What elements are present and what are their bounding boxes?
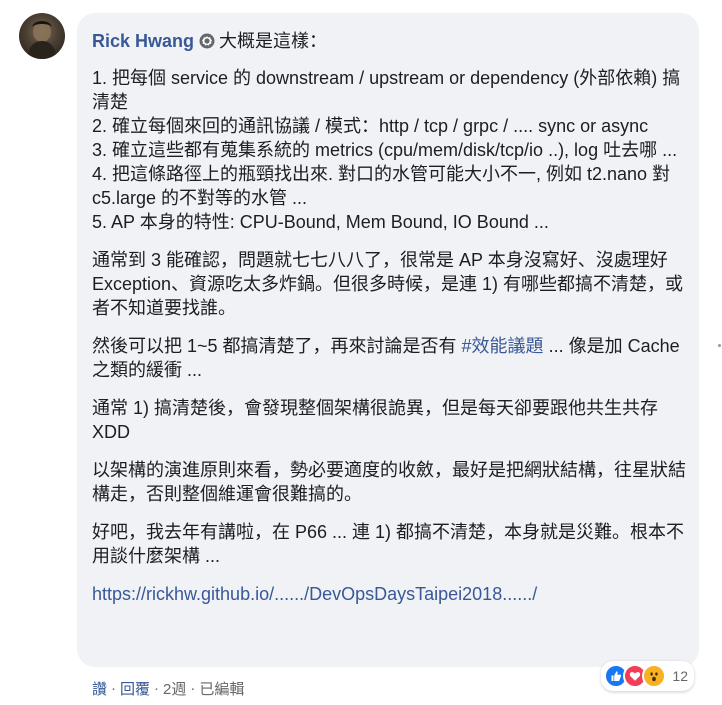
paragraph-text: 然後可以把 1~5 都搞清楚了，再來討論是否有: [92, 336, 462, 356]
comment-header: Rick Hwang 大概是這樣：: [92, 30, 327, 52]
reaction-count: 12: [672, 668, 688, 684]
separator: ·: [190, 680, 196, 697]
wow-icon: [642, 664, 667, 688]
separator: ·: [154, 680, 160, 697]
paragraph: 通常到 3 能確認，問題就七七八八了，很常是 AP 本身沒寫好、沒處理好 Exc…: [92, 250, 684, 318]
author-avatar[interactable]: [19, 13, 65, 59]
reactions-summary[interactable]: 12: [601, 661, 694, 691]
paragraph-with-hashtag: 然後可以把 1~5 都搞清楚了，再來討論是否有 #效能議題 ... 像是加 Ca…: [92, 334, 692, 382]
list: 1. 把每個 service 的 downstream / upstream o…: [92, 66, 692, 234]
timestamp-link[interactable]: 2週: [163, 678, 186, 699]
comment-actions: 讚 · 回覆 · 2週 · 已編輯: [92, 678, 244, 699]
list-item: 1. 把每個 service 的 downstream / upstream o…: [92, 68, 681, 112]
external-link[interactable]: https://rickhw.github.io/....../DevOpsDa…: [92, 584, 537, 604]
comment-body: 1. 把每個 service 的 downstream / upstream o…: [92, 66, 692, 606]
paragraph: 通常 1) 搞清楚後，會發現整個架構很詭異，但是每天卻要跟他共生共存 XDD: [92, 398, 659, 442]
list-item: 4. 把這條路徑上的瓶頸找出來. 對口的水管可能大小不一, 例如 t2.nano…: [92, 164, 671, 208]
paragraph: 以架構的演進原則來看，勢必要適度的收斂，最好是把網狀結構，往星狀結構走，否則整個…: [92, 460, 686, 504]
list-item: 2. 確立每個來回的通訊協議 / 模式：http / tcp / grpc / …: [92, 116, 649, 136]
author-name[interactable]: Rick Hwang: [92, 30, 194, 52]
hashtag-link[interactable]: #效能議題: [462, 336, 544, 356]
comment-intro: 大概是這樣：: [219, 31, 328, 51]
verified-badge-icon: [199, 33, 215, 49]
separator: ·: [111, 680, 117, 697]
paragraph: 好吧，我去年有講啦，在 P66 ... 連 1) 都搞不清楚，本身就是災難。根本…: [92, 522, 685, 566]
link-line: https://rickhw.github.io/....../DevOpsDa…: [92, 582, 692, 606]
edited-label[interactable]: 已編輯: [199, 678, 244, 699]
like-action[interactable]: 讚: [92, 678, 107, 699]
reply-action[interactable]: 回覆: [120, 678, 150, 699]
list-item: 5. AP 本身的特性: CPU-Bound, Mem Bound, IO Bo…: [92, 212, 549, 232]
list-item: 3. 確立這些都有蒐集系統的 metrics (cpu/mem/disk/tcp…: [92, 140, 678, 160]
scroll-indicator: [718, 344, 721, 347]
